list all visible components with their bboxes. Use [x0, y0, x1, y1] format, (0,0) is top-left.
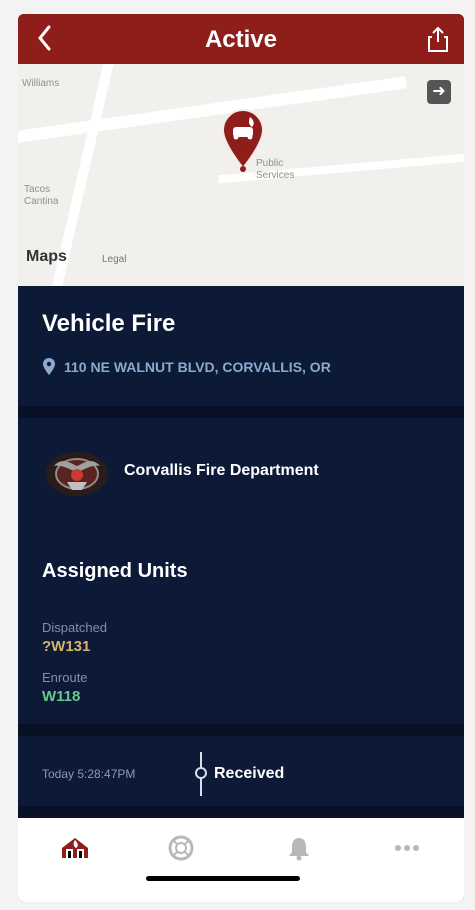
tab-more[interactable]: [380, 830, 434, 866]
directions-icon[interactable]: ➜: [427, 80, 451, 104]
top-navigation-bar: Active: [18, 14, 464, 64]
section-title: Assigned Units: [42, 560, 188, 582]
page-title: Active: [204, 26, 278, 53]
map-road: [18, 76, 407, 144]
tab-alerts[interactable]: [272, 830, 326, 866]
department-name: Corvallis Fire Department: [124, 462, 319, 479]
map-label: Williams: [22, 78, 60, 89]
section-divider: [18, 724, 464, 736]
life-ring-icon: [168, 835, 194, 861]
bell-icon: [289, 838, 309, 861]
enroute-label: Enroute: [42, 670, 88, 685]
map-legal-link[interactable]: Legal: [102, 254, 126, 265]
app-screen: Active Williams Tacos Cantina Public Ser…: [18, 14, 464, 902]
share-icon[interactable]: [426, 25, 450, 53]
assigned-units-section: Assigned Units Dispatched ?W131 Enroute …: [18, 528, 464, 724]
tab-resources[interactable]: [154, 830, 208, 866]
incident-map[interactable]: Williams Tacos Cantina Public Services ➜…: [18, 64, 464, 286]
location-pin-icon: [43, 358, 55, 375]
department-badge-icon: [46, 452, 108, 496]
incident-summary: Vehicle Fire 110 NE WALNUT BLVD, CORVALL…: [18, 286, 464, 406]
incident-address[interactable]: 110 NE WALNUT BLVD, CORVALLIS, OR: [42, 358, 331, 376]
event-label: Received: [214, 765, 285, 782]
incident-timeline: Today 5:28:47PM Received: [18, 736, 464, 806]
vehicle-fire-icon[interactable]: [218, 106, 268, 172]
maps-logo: Maps: [26, 248, 67, 265]
map-label: Cantina: [24, 196, 59, 207]
event-time: Today 5:28:47PM: [42, 767, 136, 781]
dispatched-unit[interactable]: ?W131: [42, 638, 90, 655]
section-divider: [18, 806, 464, 818]
enroute-unit[interactable]: W118: [42, 688, 80, 705]
map-label: Tacos: [24, 184, 51, 195]
department-row[interactable]: Corvallis Fire Department: [18, 418, 464, 528]
dispatched-label: Dispatched: [42, 620, 108, 635]
home-indicator[interactable]: [146, 876, 300, 881]
address-text: 110 NE WALNUT BLVD, CORVALLIS, OR: [64, 359, 331, 375]
timeline-dot: [195, 767, 207, 779]
bottom-tab-bar: [18, 818, 464, 902]
more-icon: [395, 845, 419, 851]
house-fire-icon: [62, 838, 88, 858]
tab-incidents[interactable]: [48, 830, 102, 866]
incident-title: Vehicle Fire: [42, 310, 176, 337]
